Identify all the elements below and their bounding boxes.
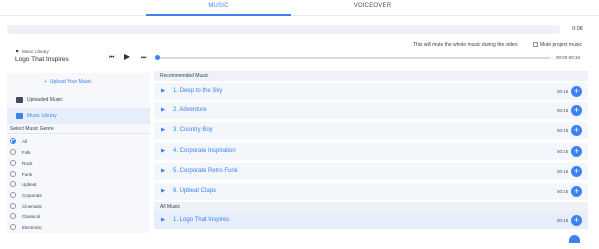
section-heading-all-music: All Music: [154, 202, 588, 212]
play-icon[interactable]: ▶: [161, 168, 165, 174]
playback-progress-handle[interactable]: [155, 55, 160, 60]
project-timeline[interactable]: [7, 25, 560, 34]
play-icon[interactable]: ▶: [161, 148, 165, 154]
sidebar-item-music-library[interactable]: Music Library: [7, 108, 150, 124]
skip-back-icon[interactable]: ⏮: [109, 55, 114, 61]
track-duration: 00:15: [557, 218, 569, 223]
genre-label: Electronic: [22, 224, 42, 230]
genre-label: Folk: [22, 149, 31, 155]
playback-progress[interactable]: [157, 57, 551, 59]
next-add-button-partial[interactable]: [569, 235, 580, 243]
track-duration: 00:15: [557, 89, 569, 94]
tab-music[interactable]: MUSIC: [146, 3, 291, 16]
add-track-button[interactable]: +: [571, 215, 582, 226]
track-name: 3. Country Boy: [173, 127, 213, 133]
track-row[interactable]: ▶ 4. Corporate Inspiration 00:15 +: [154, 143, 588, 160]
radio-icon[interactable]: [10, 192, 16, 198]
play-icon[interactable]: ▶: [161, 217, 165, 223]
tab-bar: MUSIC VOICEOVER: [0, 0, 599, 16]
flag-icon: ⚑: [15, 49, 20, 54]
track-row[interactable]: ▶ 1. Logo That Inspires 00:15 +: [154, 212, 588, 229]
plus-icon: +: [44, 79, 47, 85]
track-duration: 00:15: [557, 128, 569, 133]
track-row[interactable]: ▶ 1. Deep to the Sky 00:15 +: [154, 83, 588, 100]
genre-label: Corporate: [22, 192, 43, 198]
now-playing-title: Logo That Inspires: [15, 56, 69, 63]
sidebar-item-uploaded-music[interactable]: Uploaded Music: [7, 92, 150, 108]
add-track-button[interactable]: +: [571, 105, 582, 116]
tab-voiceover[interactable]: VOICEOVER: [300, 3, 445, 16]
add-track-button[interactable]: +: [571, 125, 582, 136]
mute-checkbox-label[interactable]: Mute project music: [540, 42, 582, 48]
track-row[interactable]: ▶ 5. Corporate Retro Funk 00:15 +: [154, 163, 588, 180]
play-icon[interactable]: ▶: [161, 107, 165, 113]
track-row[interactable]: ▶ 3. Country Boy 00:15 +: [154, 122, 588, 139]
divider: [7, 133, 150, 134]
skip-forward-icon[interactable]: ⏭: [141, 55, 146, 61]
folder-icon: [16, 97, 23, 103]
mute-note: This will mute the whole music during th…: [413, 42, 518, 48]
radio-icon[interactable]: [10, 149, 16, 155]
genre-label: Rock: [22, 160, 33, 166]
upload-music-label: Upload Your Music: [49, 79, 92, 85]
track-row[interactable]: ▶ 6. Upbeat Claps 00:15 +: [154, 183, 588, 200]
radio-icon[interactable]: [10, 181, 16, 187]
track-name: 5. Corporate Retro Funk: [173, 168, 238, 174]
track-duration: 00:15: [557, 149, 569, 154]
add-track-button[interactable]: +: [571, 186, 582, 197]
genre-label: Cinematic: [22, 203, 43, 209]
play-icon[interactable]: ▶: [161, 127, 165, 133]
genre-label: Funk: [22, 171, 33, 177]
track-name: 1. Deep to the Sky: [173, 88, 223, 94]
genre-label: All: [22, 138, 28, 144]
mute-checkbox[interactable]: [533, 42, 538, 47]
sidebar-item-label: Music Library: [27, 113, 57, 119]
track-duration: 00:15: [557, 108, 569, 113]
play-icon[interactable]: ▶: [124, 53, 130, 61]
track-name: 2. Adventure: [173, 107, 207, 113]
radio-icon[interactable]: [10, 213, 16, 219]
playback-time: 00:00-00:15: [556, 55, 581, 60]
genre-label: Upbeat: [22, 181, 37, 187]
track-name: 1. Logo That Inspires: [173, 217, 230, 223]
radio-icon[interactable]: [10, 171, 16, 177]
add-track-button[interactable]: +: [571, 146, 582, 157]
play-icon[interactable]: ▶: [161, 88, 165, 94]
folder-icon: [16, 113, 23, 119]
sidebar-item-label: Uploaded Music: [27, 97, 63, 103]
music-list[interactable]: Recommended Music ▶ 1. Deep to the Sky 0…: [154, 71, 588, 243]
radio-icon[interactable]: [10, 138, 16, 144]
now-playing-source: Music Library: [22, 49, 49, 54]
upload-music-button[interactable]: + Upload Your Music: [44, 79, 92, 85]
genre-label: Classical: [22, 213, 41, 219]
add-track-button[interactable]: +: [571, 86, 582, 97]
track-name: 4. Corporate Inspiration: [173, 148, 236, 154]
timeline-time: 0:08: [572, 26, 583, 32]
radio-icon[interactable]: [10, 160, 16, 166]
genre-heading: Select Music Genre: [10, 126, 54, 132]
track-row[interactable]: ▶ 2. Adventure 00:15 +: [154, 102, 588, 119]
track-name: 6. Upbeat Claps: [173, 188, 217, 194]
add-track-button[interactable]: +: [571, 166, 582, 177]
track-duration: 00:15: [557, 169, 569, 174]
track-duration: 00:15: [557, 189, 569, 194]
play-icon[interactable]: ▶: [161, 188, 165, 194]
radio-icon[interactable]: [10, 224, 16, 230]
section-heading-recommended: Recommended Music: [154, 71, 588, 81]
radio-icon[interactable]: [10, 203, 16, 209]
